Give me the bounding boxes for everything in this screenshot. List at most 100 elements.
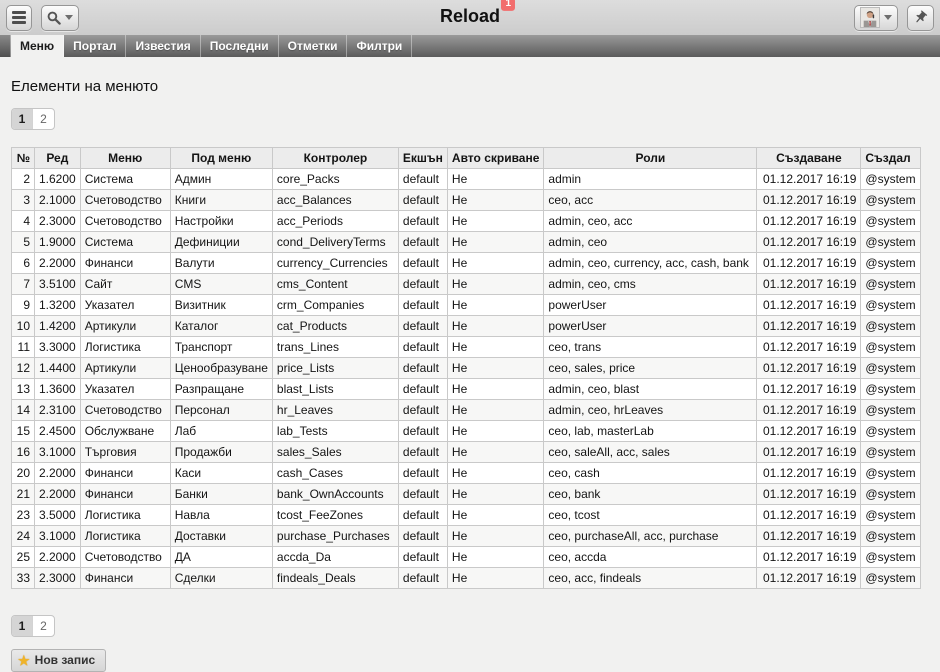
column-header-2[interactable]: Меню — [80, 148, 170, 169]
column-header-1[interactable]: Ред — [35, 148, 81, 169]
table-cell: Навла — [170, 505, 272, 526]
page-button-2[interactable]: 2 — [33, 616, 54, 636]
table-cell: Не — [447, 568, 543, 589]
table-cell: 01.12.2017 16:19 — [757, 232, 861, 253]
table-cell: default — [398, 547, 447, 568]
table-cell: ceo, sales, price — [544, 358, 757, 379]
table-row[interactable]: 152.4500ОбслужванеЛабlab_TestsdefaultНеc… — [12, 421, 921, 442]
table-cell: Валути — [170, 253, 272, 274]
column-header-5[interactable]: Екшън — [398, 148, 447, 169]
table-cell: 3.1000 — [35, 526, 81, 547]
table-row[interactable]: 142.3100СчетоводствоПерсоналhr_Leavesdef… — [12, 400, 921, 421]
table-row[interactable]: 101.4200АртикулиКаталогcat_Productsdefau… — [12, 316, 921, 337]
table-header: №РедМенюПод менюКонтролерЕкшънАвто скрив… — [12, 148, 921, 169]
table-row[interactable]: 21.6200СистемаАдминcore_PacksdefaultНеad… — [12, 169, 921, 190]
pushpin-icon — [910, 7, 931, 28]
table-cell: 01.12.2017 16:19 — [757, 337, 861, 358]
column-header-0[interactable]: № — [12, 148, 35, 169]
search-button[interactable] — [41, 5, 79, 31]
table-cell: @system — [861, 295, 920, 316]
page-button-1[interactable]: 1 — [12, 109, 33, 129]
table-cell: 3.5000 — [35, 505, 81, 526]
table-cell: admin, ceo, acc — [544, 211, 757, 232]
new-record-button[interactable]: ★ Нов запис — [11, 649, 106, 672]
table-cell: Логистика — [80, 505, 170, 526]
table-cell: default — [398, 526, 447, 547]
table-row[interactable]: 233.5000ЛогистикаНавлаtcost_FeeZonesdefa… — [12, 505, 921, 526]
table-row[interactable]: 32.1000СчетоводствоКнигиacc_Balancesdefa… — [12, 190, 921, 211]
table-row[interactable]: 252.2000СчетоводствоДАaccda_DadefaultНеc… — [12, 547, 921, 568]
table-cell: Продажби — [170, 442, 272, 463]
tab-bar-notch — [0, 35, 11, 57]
table-cell: ceo, purchaseAll, acc, purchase — [544, 526, 757, 547]
table-cell: 01.12.2017 16:19 — [757, 484, 861, 505]
table-cell: Не — [447, 253, 543, 274]
table-cell: @system — [861, 211, 920, 232]
table-cell: 24 — [12, 526, 35, 547]
table-cell: admin, ceo, blast — [544, 379, 757, 400]
table-row[interactable]: 62.2000ФинансиВалутиcurrency_Currenciesd… — [12, 253, 921, 274]
table-cell: admin, ceo — [544, 232, 757, 253]
table-cell: 2.2000 — [35, 463, 81, 484]
table-cell: acc_Balances — [272, 190, 398, 211]
table-row[interactable]: 212.2000ФинансиБанкиbank_OwnAccountsdefa… — [12, 484, 921, 505]
user-avatar — [860, 7, 880, 28]
table-cell: Книги — [170, 190, 272, 211]
table-cell: 11 — [12, 337, 35, 358]
table-row[interactable]: 332.3000ФинансиСделкиfindeals_Dealsdefau… — [12, 568, 921, 589]
tab-recent[interactable]: Последни — [201, 35, 279, 57]
table-cell: Указател — [80, 379, 170, 400]
tab-portal[interactable]: Портал — [64, 35, 126, 57]
table-row[interactable]: 42.3000СчетоводствоНастройкиacc_Periodsd… — [12, 211, 921, 232]
table-row[interactable]: 121.4400АртикулиЦенообразуванеprice_List… — [12, 358, 921, 379]
table-cell: 10 — [12, 316, 35, 337]
table-cell: Логистика — [80, 337, 170, 358]
tab-menu[interactable]: Меню — [11, 35, 64, 57]
table-cell: ceo, acc, findeals — [544, 568, 757, 589]
main-menu-button[interactable] — [6, 5, 32, 31]
page-button-1[interactable]: 1 — [12, 616, 33, 636]
column-header-4[interactable]: Контролер — [272, 148, 398, 169]
page-button-2[interactable]: 2 — [33, 109, 54, 129]
pin-button[interactable] — [907, 5, 934, 31]
column-header-8[interactable]: Създаване — [757, 148, 861, 169]
table-cell: default — [398, 169, 447, 190]
table-cell: 15 — [12, 421, 35, 442]
table-cell: 01.12.2017 16:19 — [757, 442, 861, 463]
table-cell: @system — [861, 232, 920, 253]
table-row[interactable]: 51.9000СистемаДефиницииcond_DeliveryTerm… — [12, 232, 921, 253]
table-row[interactable]: 131.3600УказателРазпращанеblast_Listsdef… — [12, 379, 921, 400]
table-cell: Логистика — [80, 526, 170, 547]
table-cell: Счетоводство — [80, 400, 170, 421]
table-row[interactable]: 91.3200УказателВизитникcrm_Companiesdefa… — [12, 295, 921, 316]
column-header-9[interactable]: Създал — [861, 148, 920, 169]
table-row[interactable]: 163.1000ТърговияПродажбиsales_Salesdefau… — [12, 442, 921, 463]
table-cell: Настройки — [170, 211, 272, 232]
table-cell: 16 — [12, 442, 35, 463]
table-cell: Обслужване — [80, 421, 170, 442]
table-row[interactable]: 113.3000ЛогистикаТранспортtrans_Linesdef… — [12, 337, 921, 358]
user-menu-button[interactable] — [854, 5, 898, 31]
column-header-7[interactable]: Роли — [544, 148, 757, 169]
table-cell: 2.3000 — [35, 568, 81, 589]
magnifier-icon — [47, 11, 61, 25]
table-cell: ceo, lab, masterLab — [544, 421, 757, 442]
table-cell: powerUser — [544, 295, 757, 316]
tab-filters[interactable]: Филтри — [347, 35, 412, 57]
tab-news[interactable]: Известия — [126, 35, 200, 57]
main-content: Елементи на менюто 12 №РедМенюПод менюКо… — [0, 57, 940, 672]
table-cell: 3.3000 — [35, 337, 81, 358]
table-row[interactable]: 73.5100СайтCMScms_ContentdefaultНеadmin,… — [12, 274, 921, 295]
table-row[interactable]: 243.1000ЛогистикаДоставкиpurchase_Purcha… — [12, 526, 921, 547]
table-row[interactable]: 202.2000ФинансиКасиcash_CasesdefaultНеce… — [12, 463, 921, 484]
table-cell: 01.12.2017 16:19 — [757, 400, 861, 421]
column-header-6[interactable]: Авто скриване — [447, 148, 543, 169]
table-cell: 20 — [12, 463, 35, 484]
table-cell: @system — [861, 442, 920, 463]
column-header-3[interactable]: Под меню — [170, 148, 272, 169]
table-cell: Не — [447, 400, 543, 421]
table-cell: admin — [544, 169, 757, 190]
chevron-down-icon — [884, 15, 892, 20]
table-cell: ДА — [170, 547, 272, 568]
tab-bookmarks[interactable]: Отметки — [279, 35, 348, 57]
